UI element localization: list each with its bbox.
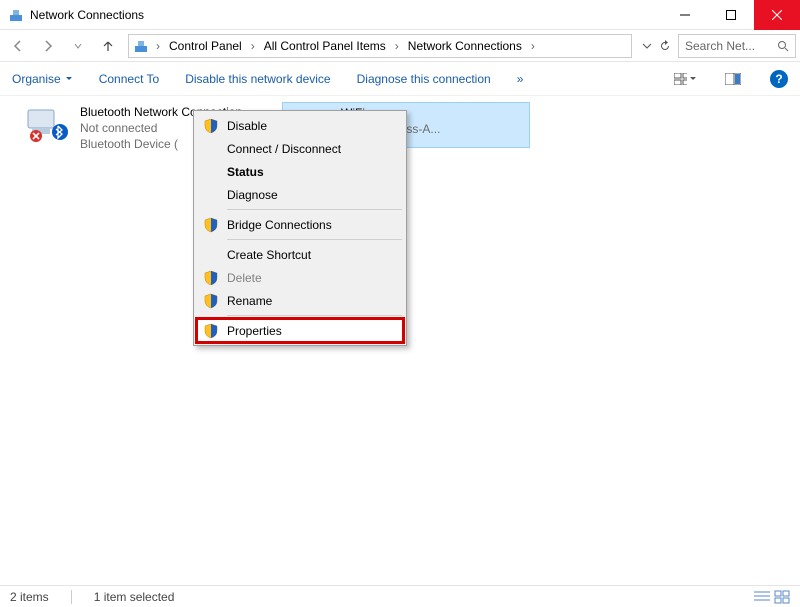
up-button[interactable] [94,32,122,60]
menu-create-shortcut[interactable]: Create Shortcut [197,243,403,266]
breadcrumb-control-panel[interactable]: Control Panel [167,37,244,55]
status-bar: 2 items 1 item selected [0,585,800,607]
menu-bridge[interactable]: Bridge Connections [197,213,403,236]
back-button[interactable] [4,32,32,60]
preview-pane-button[interactable] [722,68,744,90]
view-options-button[interactable] [674,68,696,90]
search-input[interactable]: Search Net... [678,34,796,58]
overflow-button[interactable]: » [517,72,524,86]
command-bar: Organise Connect To Disable this network… [0,62,800,96]
network-adapter-icon [24,104,72,144]
menu-properties[interactable]: Properties [197,319,403,342]
menu-separator [227,315,402,316]
help-button[interactable]: ? [770,70,788,88]
recent-dropdown[interactable] [64,32,92,60]
shield-icon [203,323,219,339]
minimize-button[interactable] [662,0,708,30]
breadcrumb-network-connections[interactable]: Network Connections [406,37,524,55]
chevron-right-icon[interactable]: › [153,39,163,53]
chevron-right-icon[interactable]: › [248,39,258,53]
chevron-right-icon[interactable]: › [528,39,538,53]
location-icon [133,38,149,54]
address-bar[interactable]: › Control Panel › All Control Panel Item… [128,34,632,58]
context-menu: Disable Connect / Disconnect Status Diag… [193,110,407,346]
breadcrumb-all-items[interactable]: All Control Panel Items [262,37,388,55]
shield-icon [203,293,219,309]
item-count: 2 items [10,590,49,604]
shield-icon [203,270,219,286]
menu-separator [227,239,402,240]
details-view-icon[interactable] [754,590,770,604]
menu-disable[interactable]: Disable [197,114,403,137]
shield-icon [203,118,219,134]
nav-bar: › Control Panel › All Control Panel Item… [0,30,800,62]
diagnose-button[interactable]: Diagnose this connection [357,72,491,86]
disable-device-button[interactable]: Disable this network device [185,72,330,86]
refresh-icon[interactable] [658,39,672,53]
close-button[interactable] [754,0,800,30]
title-bar: Network Connections [0,0,800,30]
menu-status[interactable]: Status [197,160,403,183]
chevron-right-icon[interactable]: › [392,39,402,53]
selection-count: 1 item selected [94,590,175,604]
separator [71,590,72,604]
search-icon [777,40,789,52]
menu-delete: Delete [197,266,403,289]
menu-diagnose[interactable]: Diagnose [197,183,403,206]
window-title: Network Connections [30,8,662,22]
large-icons-view-icon[interactable] [774,590,790,604]
organise-button[interactable]: Organise [12,72,73,86]
search-placeholder: Search Net... [685,39,773,53]
connect-to-button[interactable]: Connect To [99,72,160,86]
app-icon [8,7,24,23]
content-area: Bluetooth Network Connection Not connect… [0,96,800,586]
maximize-button[interactable] [708,0,754,30]
shield-icon [203,217,219,233]
menu-separator [227,209,402,210]
dropdown-icon[interactable] [642,41,652,51]
menu-rename[interactable]: Rename [197,289,403,312]
menu-connect-disconnect[interactable]: Connect / Disconnect [197,137,403,160]
forward-button[interactable] [34,32,62,60]
